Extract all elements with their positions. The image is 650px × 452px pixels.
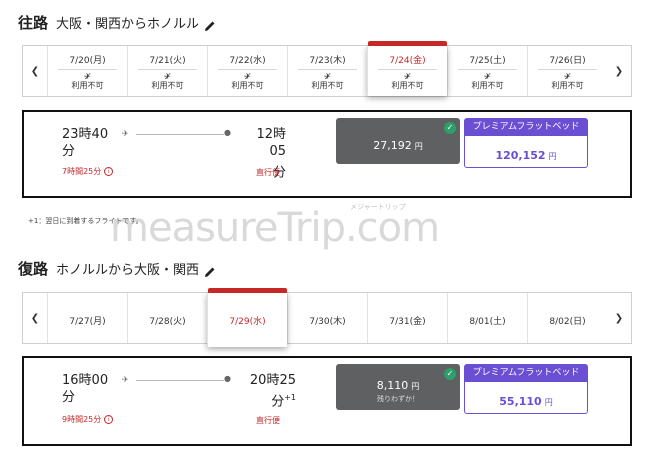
route-line	[136, 380, 224, 381]
economy-price: 27,192	[373, 139, 412, 152]
direct-flight-label: 直行便	[256, 416, 280, 425]
date-tab-2-selected[interactable]: 7/29(水)	[207, 288, 287, 347]
info-icon[interactable]: i	[104, 167, 114, 176]
premium-label: プレミアムフラットベッド	[465, 365, 587, 382]
economy-fare-button[interactable]: 27,192 円 ✓	[336, 118, 460, 164]
date-tab-1[interactable]: 7/21(火) ✈̸ 利用不可	[127, 46, 207, 96]
outbound-title: 往路	[18, 14, 49, 32]
date-tab-2[interactable]: 7/22(水) ✈̸ 利用不可	[207, 46, 287, 96]
premium-fare-button[interactable]: プレミアムフラットベッド 55,110 円	[464, 364, 588, 414]
availability-label: 利用不可	[471, 81, 504, 90]
date-label: 7/25(土)	[469, 56, 506, 66]
economy-price: 8,110	[376, 379, 409, 392]
chevron-left-icon: ❮	[30, 312, 40, 324]
date-tab-3[interactable]: 7/23(木) ✈̸ 利用不可	[287, 46, 367, 96]
availability-label: 利用不可	[71, 81, 104, 90]
unavailable-plane-icon: ✈̸	[484, 72, 491, 81]
unavailable-plane-icon: ✈̸	[84, 72, 91, 81]
outbound-header: 往路 大阪・関西からホノルル	[18, 12, 216, 33]
date-label: 8/01(土)	[469, 317, 506, 327]
availability-label: 利用不可	[311, 81, 344, 90]
inbound-title: 復路	[18, 260, 49, 278]
inbound-route: ホノルルから大阪・関西	[56, 263, 200, 278]
direct-flight-label: 直行便	[256, 168, 280, 177]
outbound-date-strip: ❮ 7/20(月) ✈̸ 利用不可 7/21(火) ✈̸ 利用不可 7/22(水…	[22, 41, 632, 97]
date-label: 7/22(水)	[229, 56, 266, 66]
date-tab-5[interactable]: 7/25(土) ✈̸ 利用不可	[447, 46, 527, 96]
date-label: 7/31(金)	[389, 317, 426, 327]
seats-left-label: 残りわずか！	[377, 395, 419, 403]
next-dates-button[interactable]: ❯	[607, 293, 631, 343]
outbound-flight-card[interactable]: 23時40 分 7時間25分 i ✈ ● 12時05 分 直行便 27,192 円 …	[22, 110, 632, 198]
availability-label: 利用不可	[151, 81, 184, 90]
date-label: 7/23(木)	[309, 56, 346, 66]
date-label: 7/28(火)	[149, 317, 186, 327]
premium-fare-button[interactable]: プレミアムフラットベッド 120,152 円	[464, 118, 588, 168]
date-label: 8/02(日)	[549, 317, 586, 327]
info-icon[interactable]: i	[104, 415, 114, 424]
date-label: 7/30(木)	[309, 317, 346, 327]
inbound-flight-card[interactable]: 16時00 分 9時間25分 i ✈ ● 20時25 分+1 直行便 8,110 円…	[22, 356, 632, 446]
plane-icon: ✈	[122, 129, 129, 138]
unavailable-plane-icon: ✈̸	[564, 72, 571, 81]
availability-label: 利用不可	[551, 81, 584, 90]
date-tab-0[interactable]: 7/20(月) ✈̸ 利用不可	[47, 46, 127, 96]
economy-fare-button[interactable]: 8,110 円 残りわずか！ ✓	[336, 364, 460, 410]
date-tab-6[interactable]: 8/02(日)	[527, 293, 607, 343]
date-tab-5[interactable]: 8/01(土)	[447, 293, 527, 343]
check-icon: ✓	[444, 122, 456, 134]
location-pin-icon: ●	[224, 374, 231, 383]
arrival-time: 20時25 分+1	[249, 373, 296, 410]
watermark-sub: メジャートリップ	[350, 203, 406, 211]
chevron-right-icon: ❯	[614, 65, 624, 77]
flight-duration: 7時間25分 i	[62, 166, 114, 177]
date-label: 7/26(日)	[549, 56, 586, 66]
availability-label: 利用不可	[391, 81, 424, 90]
premium-price: 120,152	[495, 149, 546, 162]
pencil-icon[interactable]	[204, 17, 216, 31]
date-tab-0[interactable]: 7/27(月)	[47, 293, 127, 343]
date-tab-4-selected[interactable]: 7/24(金) ✈̸ 利用不可	[367, 41, 447, 96]
chevron-left-icon: ❮	[30, 65, 40, 77]
unavailable-plane-icon: ✈̸	[164, 72, 171, 81]
date-label: 7/24(金)	[389, 56, 426, 66]
unavailable-plane-icon: ✈̸	[324, 72, 331, 81]
pencil-icon[interactable]	[204, 263, 216, 277]
next-dates-button[interactable]: ❯	[607, 46, 631, 96]
departure-time: 23時40 分	[62, 127, 109, 159]
availability-label: 利用不可	[231, 81, 264, 90]
chevron-right-icon: ❯	[614, 312, 624, 324]
next-day-marker: +1	[284, 393, 296, 402]
date-label: 7/27(月)	[69, 317, 106, 327]
check-icon: ✓	[444, 368, 456, 380]
unavailable-plane-icon: ✈̸	[244, 72, 251, 81]
date-label: 7/29(水)	[229, 317, 266, 327]
date-tab-1[interactable]: 7/28(火)	[127, 293, 207, 343]
premium-price: 55,110	[499, 395, 542, 408]
plane-icon: ✈	[122, 375, 129, 384]
date-tab-6[interactable]: 7/26(日) ✈̸ 利用不可	[527, 46, 607, 96]
location-pin-icon: ●	[224, 128, 231, 137]
date-tab-3[interactable]: 7/30(木)	[287, 293, 367, 343]
flight-duration: 9時間25分 i	[62, 414, 114, 425]
prev-dates-button[interactable]: ❮	[23, 293, 47, 343]
date-label: 7/20(月)	[69, 56, 106, 66]
date-label: 7/21(火)	[149, 56, 186, 66]
inbound-date-strip: ❮ 7/27(月) 7/28(火) 7/29(水) 7/30(木) 7/31(金…	[22, 288, 632, 347]
prev-dates-button[interactable]: ❮	[23, 46, 47, 96]
premium-label: プレミアムフラットベッド	[465, 119, 587, 136]
inbound-header: 復路 ホノルルから大阪・関西	[18, 258, 216, 279]
unavailable-plane-icon: ✈̸	[404, 72, 411, 81]
route-line	[136, 134, 224, 135]
outbound-route: 大阪・関西からホノルル	[56, 17, 200, 32]
date-tab-4[interactable]: 7/31(金)	[367, 293, 447, 343]
departure-time: 16時00 分	[62, 373, 109, 405]
